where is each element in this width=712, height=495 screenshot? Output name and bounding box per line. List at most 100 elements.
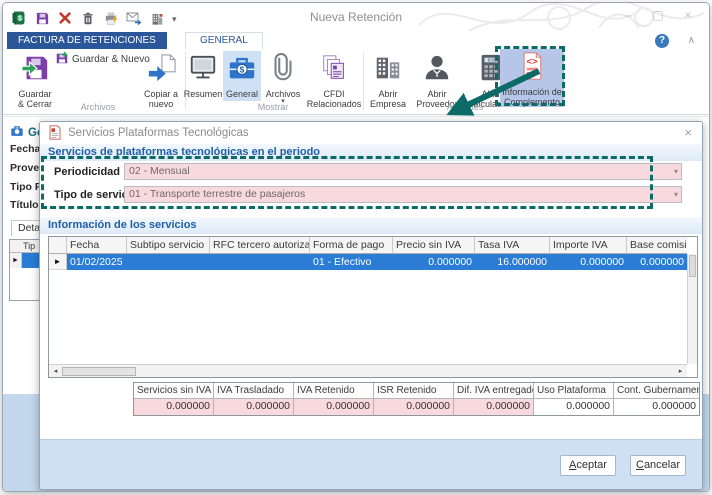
ribbon: Guardar & Cerrar Guardar & Nuevo Copiar … [3, 49, 709, 115]
background-grid-row[interactable]: ► [10, 253, 39, 268]
section-header-periodo: Servicios de plataformas tecnológicas en… [40, 144, 702, 161]
help-icon[interactable]: ? [655, 34, 669, 48]
total-cont-gubernamental[interactable]: 0.000000 [614, 399, 699, 415]
group-label-mostrar: Mostrar [218, 102, 328, 112]
collapse-ribbon-icon[interactable]: ∧ [688, 35, 695, 46]
cell-rfc[interactable] [210, 254, 310, 270]
total-col-iva-trasladado: IVA Trasladado [214, 383, 294, 399]
grid-selector-header [49, 237, 67, 254]
cell-base-comision[interactable]: 0.000000 [627, 254, 687, 270]
aceptar-button[interactable]: Aceptar [560, 455, 616, 476]
tipo-servicio-value: 01 - Transporte terrestre de pasajeros [129, 188, 305, 200]
save-new-icon [55, 51, 69, 68]
dialog-title: Servicios Plataformas Tecnológicas [68, 127, 249, 139]
services-grid: Fecha Subtipo servicio RFC tercero autor… [48, 236, 698, 378]
briefcase-icon [10, 124, 24, 141]
cell-fecha[interactable]: 01/02/2025 [67, 254, 127, 270]
resumen-label: Resumen [184, 89, 223, 99]
background-grid: Tip ► [9, 239, 39, 301]
col-forma-pago[interactable]: Forma de pago [310, 237, 393, 254]
row-selector-arrow: ► [49, 254, 67, 270]
total-col-isr-retenido: ISR Retenido [374, 383, 454, 399]
field-label-titulo: Título [10, 199, 39, 211]
guardar-nuevo-button[interactable]: Guardar & Nuevo [55, 51, 150, 68]
dialog-titlebar: Servicios Plataformas Tecnológicas × [40, 122, 702, 144]
group-label-archivos: Archivos [43, 102, 153, 112]
total-col-servicios-sin-iva: Servicios sin IVA [134, 383, 214, 399]
app-window: $ ▾ Nueva Retención – ▢ [2, 2, 710, 492]
scroll-left-icon[interactable]: ◂ [49, 367, 62, 375]
horizontal-scrollbar[interactable]: ◂ ▸ [49, 364, 687, 377]
maximize-button[interactable]: ▢ [651, 8, 665, 22]
building-icon [373, 53, 403, 88]
tab-factura-de-retenciones[interactable]: FACTURA DE RETENCIONES [7, 32, 167, 49]
briefcase-icon: $ [227, 53, 257, 88]
svg-text:$: $ [240, 64, 245, 74]
scroll-right-icon[interactable]: ▸ [674, 367, 687, 375]
row-selector-arrow: ► [10, 253, 22, 268]
field-label-fecha: Fecha [10, 143, 40, 155]
cancelar-button[interactable]: Cancelar [630, 455, 686, 476]
guardar-cerrar-button[interactable]: Guardar & Cerrar [9, 51, 61, 101]
general-label: General [226, 89, 258, 99]
servicios-plataformas-dialog: Servicios Plataformas Tecnológicas × Ser… [39, 121, 703, 490]
chevron-down-icon: ▾ [674, 192, 678, 198]
ribbon-tab-row: FACTURA DE RETENCIONES GENERAL ? ∧ [3, 32, 709, 49]
total-dif-iva-entregado: 0.000000 [454, 399, 534, 415]
window-title: Nueva Retención [3, 10, 709, 24]
archivos-button[interactable]: Archivos ▾ [261, 51, 305, 101]
total-col-iva-retenido: IVA Retenido [294, 383, 374, 399]
copiar-a-nuevo-button[interactable]: Copiar a nuevo [137, 51, 185, 101]
window-controls: – ▢ × [621, 8, 695, 22]
cell-subtipo[interactable] [127, 254, 210, 270]
copy-to-new-icon [146, 53, 176, 88]
paperclip-icon [268, 53, 298, 88]
cell-tasa-iva[interactable]: 16.000000 [475, 254, 550, 270]
stacked-documents-icon [319, 53, 349, 88]
col-tasa-iva[interactable]: Tasa IVA [475, 237, 550, 254]
group-acciones: Abrir Empresa Abrir Proveedor 8:00 Abrir… [365, 51, 519, 101]
col-fecha[interactable]: Fecha [67, 237, 127, 254]
group-mostrar: Resumen $ General Archivos ▾ CFDI Relaci [183, 51, 363, 101]
cell-importe-iva[interactable]: 0.000000 [550, 254, 627, 270]
resumen-button[interactable]: Resumen [183, 51, 223, 101]
grid-row-selected[interactable]: ► 01/02/2025 01 - Efectivo 0.000000 16.0… [49, 254, 697, 270]
svg-text:8:00: 8:00 [488, 58, 497, 63]
periodicidad-combo[interactable]: 02 - Mensual ▾ [124, 163, 682, 180]
selected-cell[interactable] [22, 253, 39, 268]
abrir-empresa-button[interactable]: Abrir Empresa [365, 51, 411, 101]
tab-general[interactable]: GENERAL [185, 32, 263, 49]
col-rfc[interactable]: RFC tercero autorizado [210, 237, 310, 254]
section-header-servicios: Información de los servicios [40, 217, 702, 234]
titlebar: $ ▾ Nueva Retención – ▢ [3, 3, 709, 33]
informacion-complemento-label: Información de Complemento [502, 87, 562, 107]
background-grid-header: Tip [10, 240, 39, 253]
tipo-servicio-combo[interactable]: 01 - Transporte terrestre de pasajeros ▾ [124, 186, 682, 203]
minimize-button[interactable]: – [621, 8, 635, 22]
ribbon-separator [363, 52, 364, 110]
col-base-comision[interactable]: Base comisión [627, 237, 687, 254]
total-col-dif-iva-entregado: Dif. IVA entregado [454, 383, 534, 399]
close-button[interactable]: × [681, 8, 695, 22]
abrir-proveedor-button[interactable]: Abrir Proveedor [411, 51, 463, 101]
informacion-complemento-button[interactable]: <> Información de Complemento [500, 49, 564, 107]
dialog-close-icon[interactable]: × [684, 125, 692, 140]
col-importe-iva[interactable]: Importe IVA [550, 237, 627, 254]
periodicidad-value: 02 - Mensual [129, 165, 190, 177]
general-button[interactable]: $ General [223, 51, 261, 101]
chevron-down-icon: ▾ [674, 169, 678, 175]
cell-precio-sin-iva[interactable]: 0.000000 [393, 254, 475, 270]
col-precio-sin-iva[interactable]: Precio sin IVA [393, 237, 475, 254]
scrollbar-thumb[interactable] [689, 255, 696, 277]
cfdi-relacionados-button[interactable]: CFDI Relacionados [305, 51, 363, 101]
grid-header-row: Fecha Subtipo servicio RFC tercero autor… [49, 237, 697, 254]
dialog-document-icon [48, 125, 62, 145]
total-col-cont-gubernamental: Cont. Gubernamental [614, 383, 699, 399]
cell-forma-pago[interactable]: 01 - Efectivo [310, 254, 393, 270]
vertical-scrollbar[interactable] [687, 254, 697, 364]
scrollbar-thumb[interactable] [62, 367, 136, 376]
total-uso-plataforma[interactable]: 0.000000 [534, 399, 614, 415]
col-subtipo[interactable]: Subtipo servicio [127, 237, 210, 254]
svg-text:<>: <> [526, 56, 538, 67]
total-servicios-sin-iva: 0.000000 [134, 399, 214, 415]
